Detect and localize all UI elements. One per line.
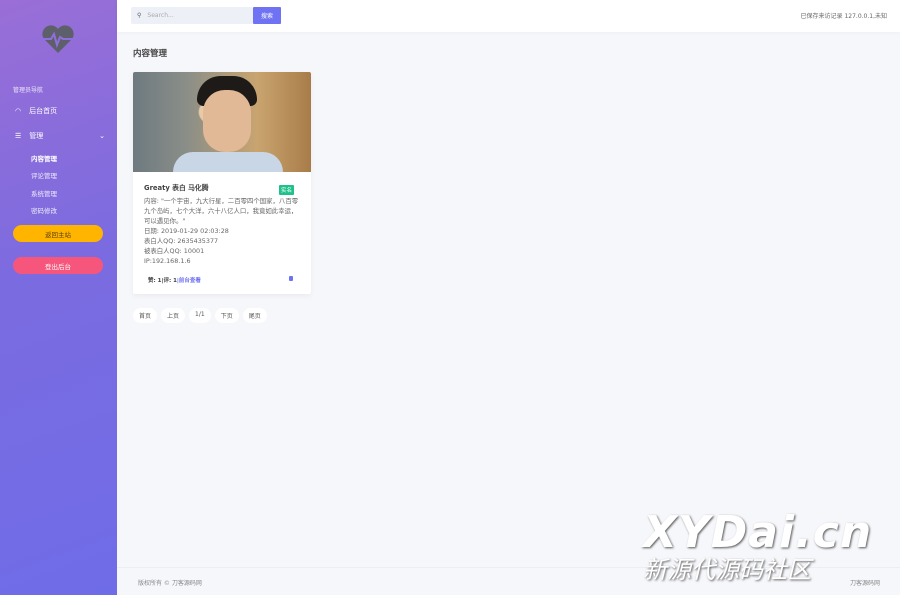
first-page-button[interactable]: 首页 <box>133 308 158 323</box>
page-indicator: 1/1 <box>189 308 211 323</box>
chevron-down-icon: ⌄ <box>99 132 105 140</box>
visit-status: 已保存来访记录 127.0.0.1,未知 <box>800 13 887 20</box>
trash-icon[interactable] <box>289 276 293 281</box>
last-page-button[interactable]: 尾页 <box>242 308 267 323</box>
list-icon: ☰ <box>15 132 22 140</box>
footer-credit: 刀客源码网 <box>849 580 880 587</box>
sidebar-sub-content[interactable]: 内容管理 <box>31 153 57 163</box>
prev-page-button[interactable]: 上页 <box>161 308 186 323</box>
card-content: 内容: "一个宇宙，九大行星，二百零四个国家，八百零九个岛屿，七个大洋，六十八亿… <box>144 196 302 266</box>
card-photo <box>133 72 311 172</box>
sidebar-item-label: 后台首页 <box>29 107 58 115</box>
nav-title: 管理员导航 <box>13 87 44 94</box>
next-page-button[interactable]: 下页 <box>214 308 239 323</box>
confession-card: Greaty 表白 马化腾 实名 内容: "一个宇宙，九大行星，二百零四个国家，… <box>133 72 311 294</box>
sidebar-sub-system[interactable]: 系统管理 <box>31 188 57 198</box>
sidebar: 管理员导航 ◠ 后台首页 ☰ 管理 ⌄ 内容管理 评论管理 系统管理 密码修改 返回主… <box>0 0 117 595</box>
search-input[interactable]: ⚲ Search... <box>131 7 253 24</box>
dashboard-icon: ◠ <box>15 107 22 115</box>
sidebar-sub-comments[interactable]: 评论管理 <box>31 170 57 180</box>
search-button[interactable]: 搜索 <box>253 7 281 24</box>
search-placeholder: Search... <box>147 12 174 19</box>
to-qq: 被表白人QQ: 10001 <box>144 247 205 255</box>
pagination: 首页 上页 1/1 下页 尾页 <box>133 308 267 323</box>
footer: 版权所有 © 刀客源码网 刀客源码网 <box>117 567 900 595</box>
watermark-line1: XYDai.cn <box>643 507 873 558</box>
card-stats: 赞: 1|评: 1|前台查看 <box>148 276 201 284</box>
sidebar-item-dashboard[interactable]: ◠ 后台首页 <box>15 106 105 116</box>
sidebar-item-manage[interactable]: ☰ 管理 ⌄ <box>15 131 105 141</box>
status-badge: 实名 <box>279 185 295 195</box>
ip-text: IP:192.168.1.6 <box>144 257 191 265</box>
logout-button[interactable]: 登出后台 <box>13 257 103 274</box>
card-title: Greaty 表白 马化腾 <box>144 184 209 192</box>
copyright: 版权所有 © 刀客源码网 <box>138 580 202 587</box>
view-frontend-link[interactable]: |前台查看 <box>177 278 201 284</box>
stats-text: 赞: 1|评: 1 <box>148 278 177 284</box>
sidebar-item-label: 管理 <box>29 132 44 140</box>
sidebar-sub-password[interactable]: 密码修改 <box>31 205 57 215</box>
from-qq: 表白人QQ: 2635435377 <box>144 237 219 245</box>
date-text: 日期: 2019-01-29 02:03:28 <box>144 227 229 235</box>
page-title: 内容管理 <box>133 49 168 59</box>
heartbeat-logo-icon <box>41 25 75 53</box>
search-icon: ⚲ <box>137 12 142 19</box>
back-to-site-button[interactable]: 返回主站 <box>13 225 103 242</box>
content-text: 内容: "一个宇宙，九大行星，二百零四个国家，八百零九个岛屿，七个大洋，六十八亿… <box>144 197 299 225</box>
topbar: ⚲ Search... 搜索 已保存来访记录 127.0.0.1,未知 <box>117 0 900 32</box>
